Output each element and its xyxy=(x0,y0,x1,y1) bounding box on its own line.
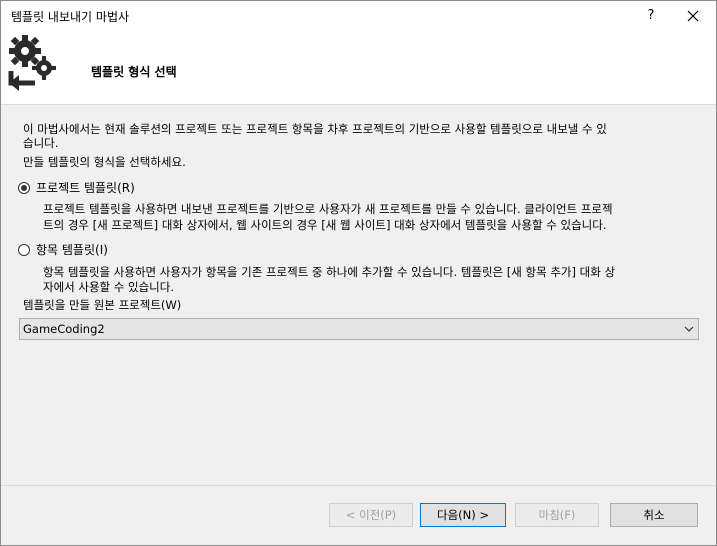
project-template-desc-2: 트의 경우 [새 프로젝트] 대화 상자에서, 웹 사이트의 경우 [새 웹 사… xyxy=(43,218,607,232)
window-title: 템플릿 내보내기 마법사 xyxy=(11,10,130,24)
radio-button[interactable] xyxy=(18,243,30,256)
title-bar: 템플릿 내보내기 마법사 ? xyxy=(1,1,716,31)
page-title: 템플릿 형식 선택 xyxy=(91,65,177,79)
item-template-label: 항목 템플릿(I) xyxy=(36,243,108,257)
gears-export-icon xyxy=(8,35,56,91)
source-project-dropdown[interactable]: GameCoding2 xyxy=(19,318,699,340)
close-button[interactable] xyxy=(673,1,713,31)
radio-project-template[interactable]: 프로젝트 템플릿(R) xyxy=(18,179,135,196)
intro-line-2: 습니다. xyxy=(23,136,59,150)
source-project-value: GameCoding2 xyxy=(23,322,105,336)
prev-button[interactable]: < 이전(P) xyxy=(329,503,413,527)
project-template-label: 프로젝트 템플릿(R) xyxy=(36,181,135,195)
export-template-wizard-window: 템플릿 내보내기 마법사 ? 템플릿 형식 선택 이 마법사에서는 현재 솔루션… xyxy=(0,0,717,546)
item-template-desc-1: 항목 템플릿을 사용하면 사용자가 항목을 기존 프로젝트 중 하나에 추가할 … xyxy=(43,265,616,279)
wizard-content: 이 마법사에서는 현재 솔루션의 프로젝트 또는 프로젝트 항목을 차후 프로젝… xyxy=(1,105,716,485)
wizard-header: 템플릿 형식 선택 xyxy=(1,31,716,105)
finish-button[interactable]: 마침(F) xyxy=(515,503,599,527)
next-button[interactable]: 다음(N) > xyxy=(420,503,506,527)
cancel-button[interactable]: 취소 xyxy=(610,503,698,527)
radio-item-template[interactable]: 항목 템플릿(I) xyxy=(18,241,108,258)
source-project-label: 템플릿을 만들 원본 프로젝트(W) xyxy=(23,298,182,312)
item-template-desc-2: 자에서 사용할 수 있습니다. xyxy=(43,280,175,294)
wizard-footer: < 이전(P) 다음(N) > 마침(F) 취소 xyxy=(1,485,716,546)
intro-prompt: 만들 템플릿의 형식을 선택하세요. xyxy=(23,155,186,169)
chevron-down-icon xyxy=(684,326,694,332)
close-icon xyxy=(687,10,699,22)
project-template-desc-1: 프로젝트 템플릿을 사용하면 내보낸 프로젝트를 기반으로 사용자가 새 프로젝… xyxy=(43,202,613,216)
help-button[interactable]: ? xyxy=(637,1,665,31)
radio-button-selected[interactable] xyxy=(18,181,30,194)
intro-line-1: 이 마법사에서는 현재 솔루션의 프로젝트 또는 프로젝트 항목을 차후 프로젝… xyxy=(23,122,607,136)
